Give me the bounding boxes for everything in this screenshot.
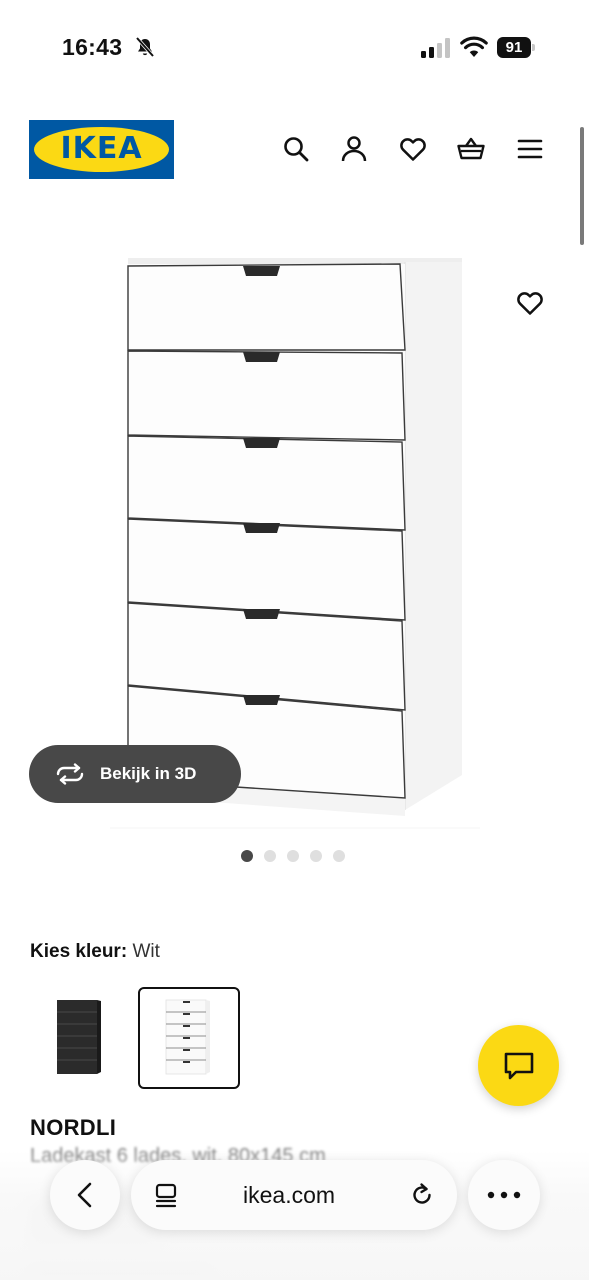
- logo-text: IKEA: [60, 131, 143, 166]
- status-bar: 16:43 91: [0, 0, 589, 96]
- view-in-3d-button[interactable]: Bekijk in 3D: [29, 745, 241, 803]
- carousel-dot[interactable]: [310, 850, 322, 862]
- carousel-dot[interactable]: [264, 850, 276, 862]
- carousel-dot[interactable]: [241, 850, 253, 862]
- site-header: IKEA: [0, 100, 589, 200]
- product-name: NORDLI: [30, 1115, 117, 1140]
- image-carousel-dots[interactable]: [241, 850, 345, 862]
- ikea-logo[interactable]: IKEA: [29, 120, 174, 179]
- carousel-dot[interactable]: [333, 850, 345, 862]
- more-options-icon: [487, 1191, 521, 1199]
- color-selector-label: Kies kleur: Wit: [30, 941, 160, 963]
- carousel-dot[interactable]: [287, 850, 299, 862]
- chat-button[interactable]: [478, 1025, 559, 1106]
- menu-icon[interactable]: [516, 135, 544, 163]
- signal-icon: [421, 38, 450, 58]
- account-icon[interactable]: [340, 135, 368, 163]
- favorites-heart-icon[interactable]: [399, 135, 427, 163]
- black-chest-thumbnail: [57, 1000, 101, 1074]
- view-in-3d-label: Bekijk in 3D: [100, 764, 197, 783]
- chevron-left-icon: [77, 1182, 92, 1208]
- color-swatch-white[interactable]: [138, 987, 240, 1089]
- address-bar[interactable]: ikea.com: [131, 1160, 457, 1230]
- wifi-icon: [460, 36, 488, 57]
- battery-icon: 91: [497, 37, 535, 58]
- product-image[interactable]: [110, 250, 480, 830]
- chat-bubble-icon: [504, 1052, 534, 1080]
- browser-toolbar: ikea.com: [0, 1160, 589, 1232]
- bell-off-icon: [135, 36, 155, 58]
- browser-back-button[interactable]: [50, 1160, 120, 1230]
- selected-color-value: Wit: [132, 941, 160, 962]
- color-swatch-black[interactable]: [29, 987, 131, 1089]
- status-time: 16:43: [62, 34, 123, 60]
- white-chest-thumbnail: [165, 999, 210, 1075]
- choose-color-label: Kies kleur:: [30, 941, 128, 962]
- url-text: ikea.com: [243, 1182, 336, 1208]
- basket-icon[interactable]: [457, 135, 485, 163]
- search-icon[interactable]: [282, 135, 310, 163]
- rotate-3d-icon: [56, 763, 84, 785]
- browser-more-button[interactable]: [468, 1160, 540, 1230]
- battery-level: 91: [497, 37, 531, 58]
- reader-mode-icon[interactable]: [155, 1183, 179, 1209]
- page-scrollbar[interactable]: [580, 127, 584, 245]
- save-product-heart-icon[interactable]: [516, 289, 544, 317]
- reload-icon[interactable]: [409, 1182, 435, 1208]
